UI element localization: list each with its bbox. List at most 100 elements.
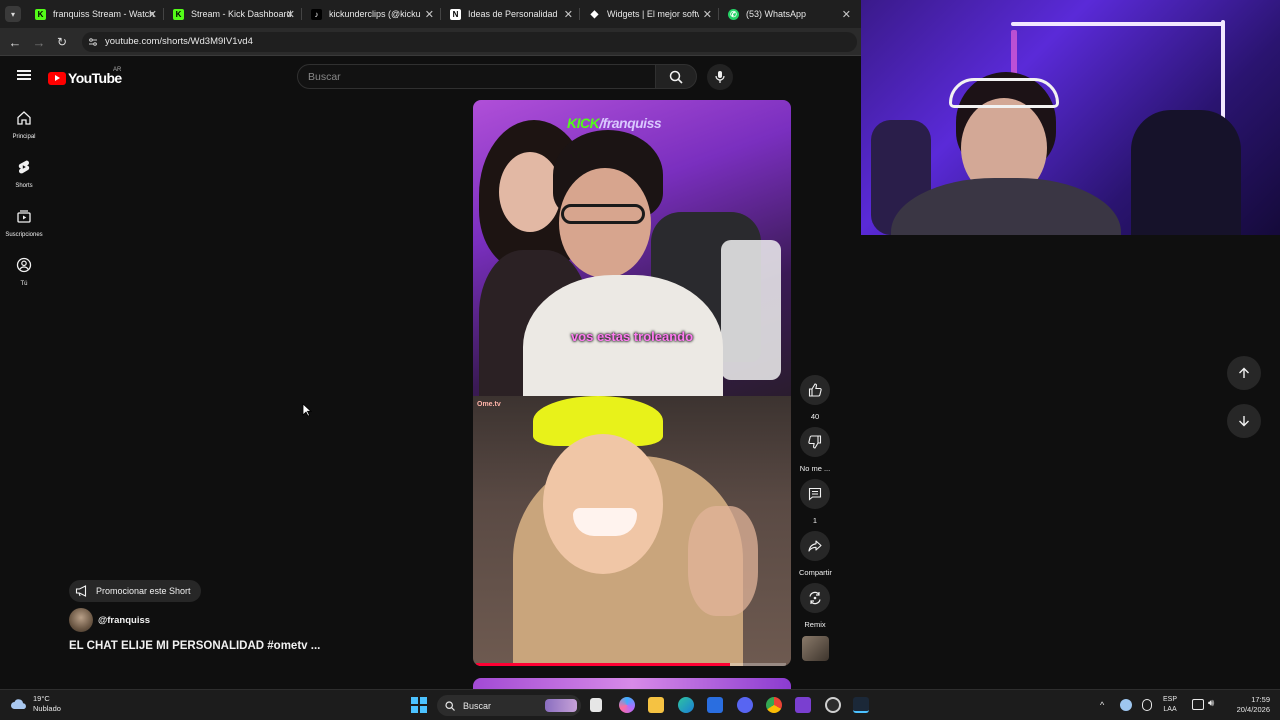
search-button[interactable] <box>655 64 697 89</box>
site-info-icon[interactable] <box>87 36 99 48</box>
store-icon[interactable] <box>707 697 723 713</box>
arrow-up-icon <box>1239 367 1249 378</box>
youtube-page: YouTube AR Principal Shorts Suscripcione… <box>0 56 861 689</box>
microphone-icon[interactable] <box>1142 699 1152 711</box>
url-text[interactable]: youtube.com/shorts/Wd3M9IV1vd4 <box>105 36 253 47</box>
video-progress-fill <box>476 663 731 666</box>
tab-kick-dashboard[interactable]: K Stream - Kick Dashboard ✕ <box>163 0 301 28</box>
channel-name[interactable]: @franquiss <box>98 615 150 626</box>
home-icon <box>17 111 31 125</box>
thumbs-down-icon <box>808 435 822 449</box>
tab-tiktok[interactable]: ♪ kickunderclips (@kickund ✕ <box>301 0 440 28</box>
promote-short-button[interactable]: Promocionar este Short <box>69 580 201 602</box>
share-button[interactable] <box>800 531 830 561</box>
region-code: AR <box>113 67 122 73</box>
browser-tab-strip: ▾ K franquiss Stream - Watch ✕ K Stream … <box>0 0 861 28</box>
tab-widgets[interactable]: ◆ Widgets | El mejor softw ✕ <box>579 0 718 28</box>
shorts-icon <box>18 160 30 174</box>
notion-icon: N <box>450 8 461 20</box>
guide-item-suscripciones[interactable]: Suscripciones <box>0 208 48 238</box>
address-bar[interactable]: youtube.com/shorts/Wd3M9IV1vd4 <box>82 32 857 52</box>
next-short-preview[interactable] <box>473 678 791 689</box>
remix-action[interactable]: Remix <box>799 583 831 629</box>
windows-start-icon[interactable] <box>411 697 427 713</box>
dislike-action[interactable]: No me ... <box>799 427 831 473</box>
clock[interactable]: 17:59 20/4/2026 <box>1228 695 1270 715</box>
guide-label: Tú <box>20 281 28 287</box>
youtube-logo[interactable]: YouTube <box>48 70 122 86</box>
taskbar-search-label: Buscar <box>463 700 492 711</box>
chrome-icon[interactable] <box>766 697 782 713</box>
comments-action[interactable]: 1 <box>799 479 831 525</box>
webcam-feed <box>861 0 1280 235</box>
tab-title: Ideas de Personalidad pa <box>468 9 560 19</box>
network-icon[interactable] <box>1192 699 1204 710</box>
channel-avatar[interactable] <box>69 608 93 632</box>
cloud-icon <box>11 699 26 709</box>
share-action[interactable]: Compartir <box>799 531 832 577</box>
whatsapp-icon: ✆ <box>728 8 739 20</box>
file-explorer-icon[interactable] <box>648 697 664 713</box>
back-arrow-icon[interactable]: ← <box>7 34 23 50</box>
short-title[interactable]: EL CHAT ELIJE MI PERSONALIDAD #ometv ... <box>69 640 320 652</box>
ometv-badge: Ome.tv <box>477 401 501 408</box>
like-button[interactable] <box>800 375 830 405</box>
language-indicator[interactable]: ESP LAA <box>1163 695 1177 715</box>
copilot-icon[interactable] <box>619 697 635 713</box>
kick-icon: K <box>173 8 184 20</box>
volume-icon[interactable]: 🔊︎ <box>1208 698 1214 709</box>
obs-icon[interactable] <box>825 697 841 713</box>
guide-item-tu[interactable]: Tú <box>0 257 48 287</box>
close-icon[interactable]: ✕ <box>148 8 157 21</box>
weather-desc: Nublado <box>33 704 61 713</box>
short-video-player[interactable]: KICK/franquiss Ome.tv vos estas troleand… <box>473 100 791 666</box>
remix-button[interactable] <box>800 583 830 613</box>
onedrive-icon[interactable] <box>1120 699 1132 711</box>
close-icon[interactable]: ✕ <box>703 8 712 21</box>
guide-label: Suscripciones <box>5 232 43 238</box>
search-box[interactable] <box>297 64 656 89</box>
next-short-button[interactable] <box>1227 404 1261 438</box>
app-icon[interactable] <box>795 697 811 713</box>
tab-title: Widgets | El mejor softw <box>607 9 699 19</box>
tab-title: kickunderclips (@kickund <box>329 9 421 19</box>
tab-franquiss-stream[interactable]: K franquiss Stream - Watch ✕ <box>25 0 163 28</box>
tab-search-icon[interactable]: ▾ <box>5 6 21 22</box>
arrow-down-icon <box>1239 416 1249 427</box>
weather-widget[interactable]: 19°C Nublado <box>10 694 61 714</box>
guide-item-shorts[interactable]: Shorts <box>0 159 48 189</box>
tab-title: (53) WhatsApp <box>746 9 807 19</box>
sound-thumbnail[interactable] <box>802 636 829 661</box>
reload-icon[interactable]: ↻ <box>54 34 70 50</box>
face-shape <box>499 152 561 232</box>
close-icon[interactable]: ✕ <box>842 8 851 21</box>
forward-arrow-icon[interactable]: → <box>31 34 47 50</box>
previous-short-button[interactable] <box>1227 356 1261 390</box>
tab-ideas-personalidad[interactable]: N Ideas de Personalidad pa ✕ <box>440 0 579 28</box>
widgets-icon: ◆ <box>590 8 599 20</box>
voice-search-button[interactable] <box>707 64 733 90</box>
tray-overflow-icon[interactable]: ^ <box>1100 700 1104 710</box>
gaming-chair-shape <box>1131 110 1241 235</box>
like-action[interactable]: 40 <box>799 375 831 421</box>
taskbar-search[interactable]: Buscar <box>437 695 581 716</box>
guide-item-principal[interactable]: Principal <box>0 110 48 140</box>
glasses-shape <box>561 204 645 224</box>
browser-toolbar: ← → ↻ youtube.com/shorts/Wd3M9IV1vd4 <box>0 28 861 56</box>
task-view-icon[interactable] <box>590 698 602 712</box>
promote-label: Promocionar este Short <box>96 586 191 596</box>
search-input[interactable] <box>308 65 638 88</box>
discord-icon[interactable] <box>737 697 753 713</box>
video-progress-bar[interactable] <box>476 663 786 666</box>
close-icon[interactable]: ✕ <box>425 8 434 21</box>
close-icon[interactable]: ✕ <box>286 8 295 21</box>
edge-icon[interactable] <box>678 697 694 713</box>
keyboard-layout: LAA <box>1163 706 1177 713</box>
steam-icon[interactable] <box>853 697 869 713</box>
comments-button[interactable] <box>800 479 830 509</box>
dislike-button[interactable] <box>800 427 830 457</box>
close-icon[interactable]: ✕ <box>564 8 573 21</box>
share-icon <box>808 540 822 552</box>
hamburger-menu-icon[interactable] <box>16 68 32 84</box>
tab-whatsapp[interactable]: ✆ (53) WhatsApp ✕ <box>718 0 857 28</box>
